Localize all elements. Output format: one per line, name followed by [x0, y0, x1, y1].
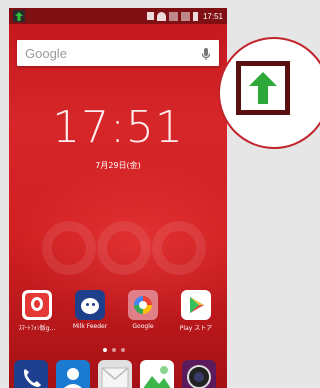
status-bar: 17:51: [9, 8, 227, 24]
mic-icon[interactable]: [201, 46, 211, 60]
page-dot[interactable]: [103, 348, 107, 352]
app-milk-feeder[interactable]: Milk Feeder: [65, 290, 115, 330]
page-dot[interactable]: [121, 348, 125, 352]
google-folder-icon: [128, 290, 158, 320]
upload-arrow-icon: [241, 66, 285, 110]
app-label: ｽﾏｰﾄﾌｫﾝ版g...: [18, 325, 56, 332]
mail-icon[interactable]: [98, 360, 132, 388]
app-play-store[interactable]: Play ストア: [171, 290, 221, 332]
milk-feeder-icon: [75, 290, 105, 320]
app-label: Milk Feeder: [72, 323, 108, 330]
app-goo[interactable]: ｽﾏｰﾄﾌｫﾝ版g...: [12, 290, 62, 332]
phone-icon[interactable]: [14, 360, 48, 388]
app-google-folder[interactable]: Google: [118, 290, 168, 330]
signal-icon-1: [168, 11, 178, 21]
app-label: Play ストア: [179, 325, 213, 332]
clock-time[interactable]: 17:51: [9, 102, 227, 153]
gallery-icon[interactable]: [140, 360, 174, 388]
callout-icon-frame: [236, 61, 290, 115]
battery-icon: [192, 11, 198, 21]
search-label: Google: [25, 45, 67, 61]
goo-app-icon: [22, 290, 52, 320]
play-store-icon: [181, 290, 211, 320]
signal-icon-2: [180, 11, 190, 21]
wifi-icon: [156, 11, 166, 21]
vibrate-icon: [146, 12, 154, 20]
app-label: Google: [132, 323, 154, 330]
magnified-callout: [218, 37, 320, 149]
google-search-bar[interactable]: Google: [17, 40, 219, 66]
phone-screen: 17:51 Google 17:51 7月29日(金) ｽﾏｰﾄﾌｫﾝ版g...: [9, 8, 227, 388]
page-indicator: [103, 348, 125, 352]
status-time: 17:51: [202, 11, 223, 21]
clock-date: 7月29日(金): [95, 161, 141, 170]
wallpaper-goo-logo: [29, 208, 219, 278]
camera-icon[interactable]: [182, 360, 216, 388]
contacts-icon[interactable]: [56, 360, 90, 388]
upload-notification-icon[interactable]: [13, 10, 25, 22]
page-dot[interactable]: [112, 348, 116, 352]
